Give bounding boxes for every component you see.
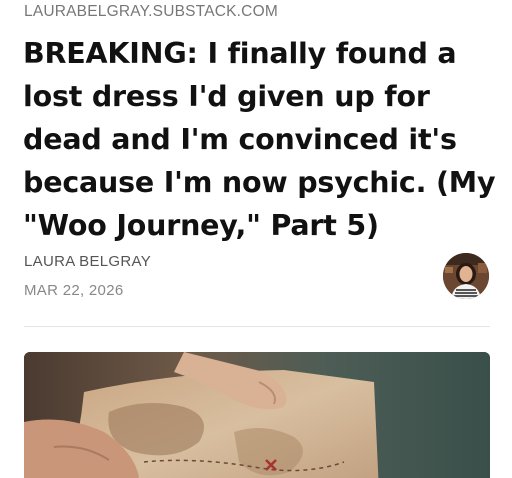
- post-page: LAURABELGRAY.SUBSTACK.COM BREAKING: I fi…: [0, 0, 512, 478]
- divider: [24, 326, 490, 327]
- post-date: MAR 22, 2026: [24, 282, 124, 299]
- hero-image[interactable]: [24, 352, 490, 478]
- avatar-photo: [443, 253, 489, 299]
- post-title: BREAKING: I finally found a lost dress I…: [23, 37, 496, 242]
- treasure-map-image: [24, 352, 490, 478]
- author-name[interactable]: LAURA BELGRAY: [24, 253, 151, 270]
- publication-link[interactable]: LAURABELGRAY.SUBSTACK.COM: [24, 3, 278, 21]
- author-avatar[interactable]: [443, 253, 489, 299]
